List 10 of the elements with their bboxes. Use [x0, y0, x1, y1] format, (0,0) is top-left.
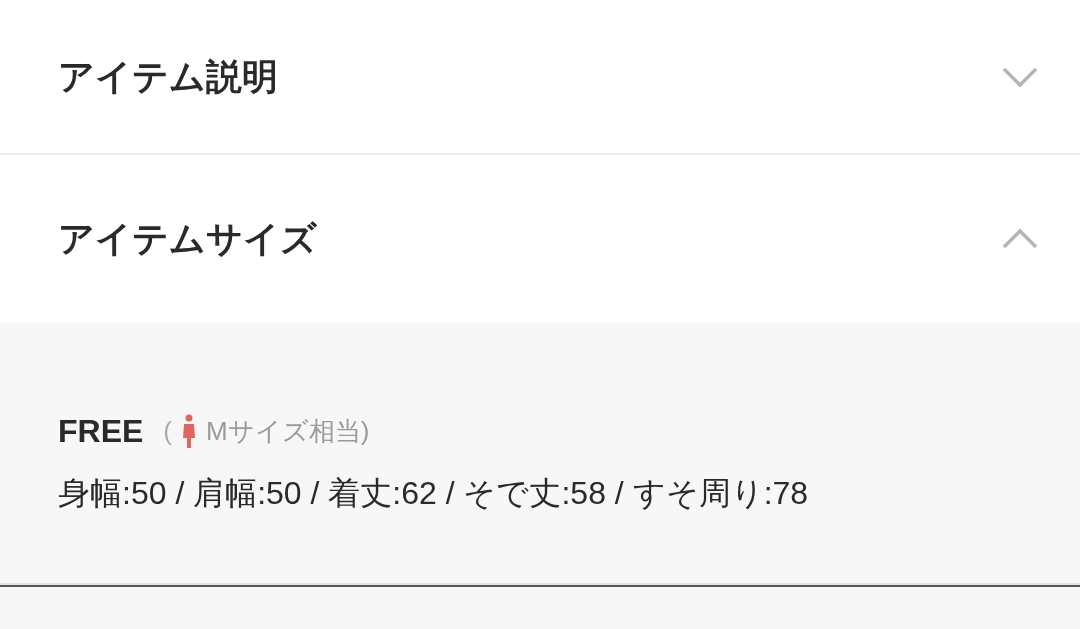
size-equivalent: Mサイズ相当) [206, 414, 370, 448]
chevron-up-icon [1000, 227, 1040, 251]
section-title: アイテム説明 [58, 54, 278, 99]
section-title: アイテムサイズ [58, 217, 317, 261]
paren-text: ( [163, 414, 172, 448]
measurements-text: 身幅:50 / 肩幅:50 / 着丈:62 / そで丈:58 / すそ周り:78 [58, 474, 810, 513]
section-header[interactable]: アイテムサイズ [0, 155, 1080, 323]
section-header[interactable]: アイテム説明 [0, 0, 1080, 155]
person-icon [182, 414, 196, 448]
size-label: FREE [58, 412, 144, 451]
